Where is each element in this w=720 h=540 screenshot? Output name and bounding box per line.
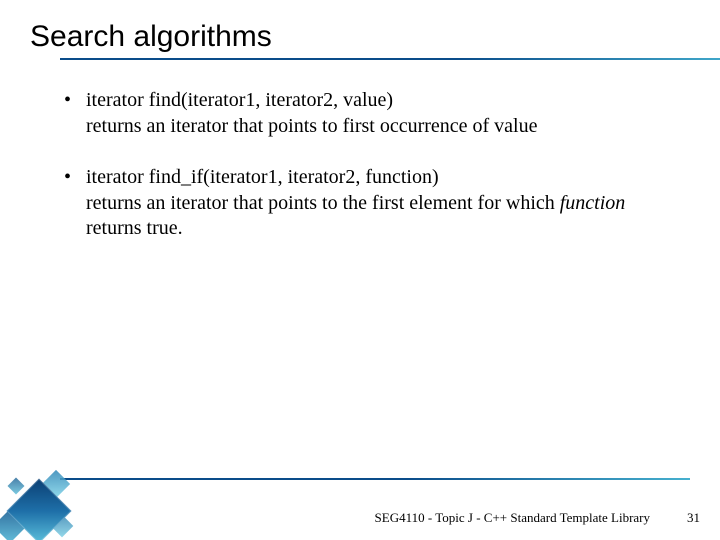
desc-italic: function	[560, 192, 626, 214]
footer: SEG4110 - Topic J - C++ Standard Templat…	[0, 478, 720, 540]
bullet-signature: iterator find_if(iterator1, iterator2, f…	[86, 165, 670, 191]
diamond-icon	[8, 478, 25, 495]
desc-prefix: returns an iterator that points to the f…	[86, 192, 560, 214]
divider-bottom	[60, 478, 690, 480]
bullet-description: returns an iterator that points to first…	[86, 114, 670, 140]
desc-suffix: returns true.	[86, 217, 183, 239]
bullet-item: iterator find(iterator1, iterator2, valu…	[86, 88, 670, 139]
bullet-item: iterator find_if(iterator1, iterator2, f…	[86, 165, 670, 242]
bullet-description: returns an iterator that points to the f…	[86, 191, 670, 242]
slide: Search algorithms iterator find(iterator…	[0, 0, 720, 540]
divider-top	[60, 58, 720, 60]
desc-text: returns an iterator that points to first…	[86, 115, 538, 137]
slide-title: Search algorithms	[30, 20, 680, 54]
footer-text: SEG4110 - Topic J - C++ Standard Templat…	[375, 510, 650, 526]
page-number: 31	[687, 510, 700, 526]
content-area: iterator find(iterator1, iterator2, valu…	[30, 88, 680, 242]
bullet-signature: iterator find(iterator1, iterator2, valu…	[86, 88, 670, 114]
corner-decoration	[0, 460, 98, 540]
